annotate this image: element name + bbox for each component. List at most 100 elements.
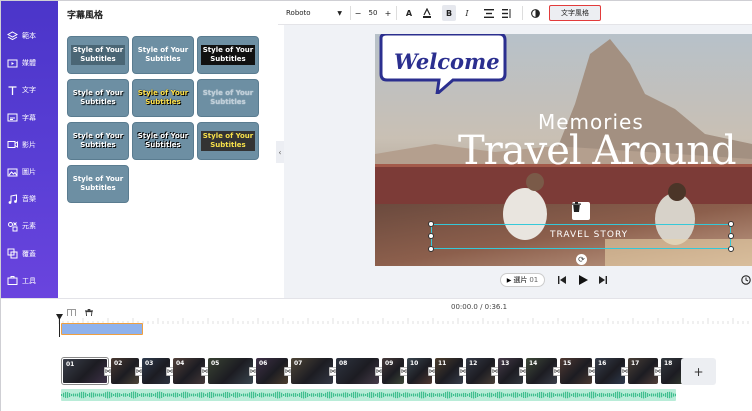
skip-back-icon[interactable] bbox=[556, 273, 568, 287]
rail-item-label: 元素 bbox=[22, 222, 36, 231]
rail-item-label: 文字 bbox=[22, 86, 36, 95]
chevron-down-icon: ▼ bbox=[337, 9, 342, 17]
text-style-button[interactable]: 文字風格 bbox=[549, 5, 601, 21]
subtitle-style-tile[interactable]: Style of Your Subtitles bbox=[67, 79, 129, 117]
tile-preview-text: Style of Your Subtitles bbox=[136, 88, 191, 108]
rail-item-label: 媒體 bbox=[22, 59, 36, 68]
rail-item-elements[interactable]: 元素 bbox=[7, 215, 55, 237]
rail-item-media[interactable]: 媒體 bbox=[7, 52, 55, 74]
tile-line2: Subtitles bbox=[145, 98, 181, 106]
subtitle-text[interactable]: TRAVEL STORY bbox=[550, 230, 628, 240]
rail-item-overlay[interactable]: 覆蓋 bbox=[7, 243, 55, 265]
resize-handle[interactable] bbox=[428, 246, 434, 252]
tile-line1: Style of Your bbox=[72, 175, 124, 183]
delete-layer-button[interactable] bbox=[572, 202, 590, 220]
media-icon bbox=[7, 59, 18, 68]
layers-icon bbox=[7, 30, 18, 40]
audio-track[interactable] bbox=[61, 389, 676, 401]
music-icon bbox=[8, 194, 17, 204]
subtitle-selection-box[interactable]: TRAVEL STORY bbox=[428, 221, 734, 252]
tile-line1: Style of Your bbox=[202, 89, 254, 97]
font-size-decrease-button[interactable]: − bbox=[352, 5, 364, 21]
rail-item-label: 工具 bbox=[22, 276, 36, 285]
playhead[interactable] bbox=[59, 317, 60, 337]
font-size-increase-button[interactable]: + bbox=[382, 5, 394, 21]
bold-button[interactable]: B bbox=[442, 5, 456, 21]
italic-button[interactable]: I bbox=[460, 5, 474, 21]
resize-handle[interactable] bbox=[428, 221, 434, 227]
timeline-clip[interactable]: 08 bbox=[336, 358, 379, 384]
clip-number: 01 bbox=[529, 276, 539, 284]
travel-around-title[interactable]: Travel Around bbox=[458, 128, 737, 174]
clip-number: 06 bbox=[259, 360, 268, 367]
tile-line1: Style of Your bbox=[202, 46, 254, 54]
tile-preview-text: Style of Your Subtitles bbox=[136, 45, 191, 65]
select-clip-button[interactable]: ▶ 選片 01 bbox=[500, 273, 545, 287]
text-color-icon[interactable]: A bbox=[402, 5, 416, 21]
skip-forward-icon[interactable] bbox=[597, 273, 609, 287]
clip-number: 08 bbox=[339, 360, 348, 367]
rail-item-label: 圖片 bbox=[22, 168, 36, 176]
resize-handle[interactable] bbox=[728, 221, 734, 227]
subtitle-style-tile[interactable]: Style of Your Subtitles bbox=[132, 36, 194, 74]
rail-item-subtitle[interactable]: 字幕 bbox=[7, 107, 55, 129]
welcome-text[interactable]: Welcome bbox=[394, 49, 500, 74]
timeline-ruler[interactable] bbox=[58, 316, 752, 324]
subtitle-style-tile[interactable]: Style of Your Subtitles bbox=[67, 122, 129, 160]
tile-preview-text: Style of Your Subtitles bbox=[71, 88, 126, 108]
rail-item-music[interactable]: 音樂 bbox=[7, 188, 55, 210]
subtitle-style-tile[interactable]: Style of Your Subtitles bbox=[197, 36, 259, 74]
timeline-clip[interactable]: 07 bbox=[291, 358, 333, 384]
timeline-clip[interactable]: 05 bbox=[208, 358, 253, 384]
tile-line1: Style of Your bbox=[137, 46, 189, 54]
text-track-clip[interactable] bbox=[61, 323, 143, 335]
tile-line2: Subtitles bbox=[210, 98, 246, 106]
rail-item-video[interactable]: 影片 bbox=[7, 134, 55, 156]
tile-preview-text: Style of Your Subtitles bbox=[71, 174, 126, 194]
line-spacing-icon[interactable] bbox=[500, 5, 514, 21]
timeline-clip[interactable]: 01 bbox=[61, 357, 109, 385]
subtitle-style-tile[interactable]: Style of Your Subtitles bbox=[197, 122, 259, 160]
rail-item-label: 影片 bbox=[22, 140, 36, 149]
select-clip-label: 選片 bbox=[513, 276, 528, 284]
clip-number: 10 bbox=[410, 360, 419, 367]
subtitle-style-panel: 字幕風格 Style of Your Subtitles Style of Your… bbox=[58, 1, 276, 298]
font-size-value[interactable]: 50 bbox=[364, 5, 382, 21]
rotate-icon[interactable]: ⟳ bbox=[576, 254, 587, 265]
align-center-icon[interactable] bbox=[482, 5, 496, 21]
tile-line1: Style of Your bbox=[202, 132, 254, 140]
resize-handle[interactable] bbox=[728, 233, 734, 239]
highlight-color-icon[interactable] bbox=[420, 5, 434, 21]
tile-line2: Subtitles bbox=[80, 55, 116, 63]
playhead-marker-icon[interactable] bbox=[56, 314, 63, 320]
image-icon bbox=[7, 168, 18, 176]
resize-handle[interactable] bbox=[728, 246, 734, 252]
resize-handle[interactable] bbox=[428, 233, 434, 239]
clip-number: 12 bbox=[469, 360, 478, 367]
clip-number: 07 bbox=[294, 360, 303, 367]
clip-number: 17 bbox=[631, 360, 640, 367]
rail-item-layers[interactable]: 範本 bbox=[7, 25, 55, 47]
overlay-icon bbox=[7, 248, 18, 259]
opacity-icon[interactable] bbox=[528, 5, 542, 21]
rail-item-text[interactable]: 文字 bbox=[7, 79, 55, 101]
rail-item-image[interactable]: 圖片 bbox=[7, 161, 55, 183]
subtitle-style-tile[interactable]: Style of Your Subtitles bbox=[67, 36, 129, 74]
add-clip-button[interactable]: + bbox=[681, 358, 716, 385]
rail-item-tools[interactable]: 工具 bbox=[7, 270, 55, 292]
play-button[interactable] bbox=[577, 273, 589, 287]
subtitle-style-tile[interactable]: Style of Your Subtitles bbox=[197, 79, 259, 117]
subtitle-style-tile[interactable]: Style of Your Subtitles bbox=[67, 165, 129, 203]
trash-icon bbox=[572, 202, 581, 212]
tile-line2: Subtitles bbox=[145, 55, 181, 63]
subtitle-style-tile[interactable]: Style of Your Subtitles bbox=[132, 79, 194, 117]
video-canvas[interactable]: Welcome Memories Travel Around TRAVEL ST… bbox=[375, 34, 752, 266]
rail-item-label: 音樂 bbox=[22, 195, 36, 204]
clip-number: 01 bbox=[66, 361, 75, 368]
tile-preview-text: Style of Your Subtitles bbox=[201, 88, 256, 108]
font-family-select[interactable]: Roboto ▼ bbox=[284, 5, 344, 21]
clock-icon[interactable] bbox=[740, 273, 752, 287]
text-icon bbox=[8, 86, 17, 95]
subtitle-style-tile[interactable]: Style of Your Subtitles bbox=[132, 122, 194, 160]
collapse-panel-button[interactable]: ‹ bbox=[276, 141, 284, 163]
